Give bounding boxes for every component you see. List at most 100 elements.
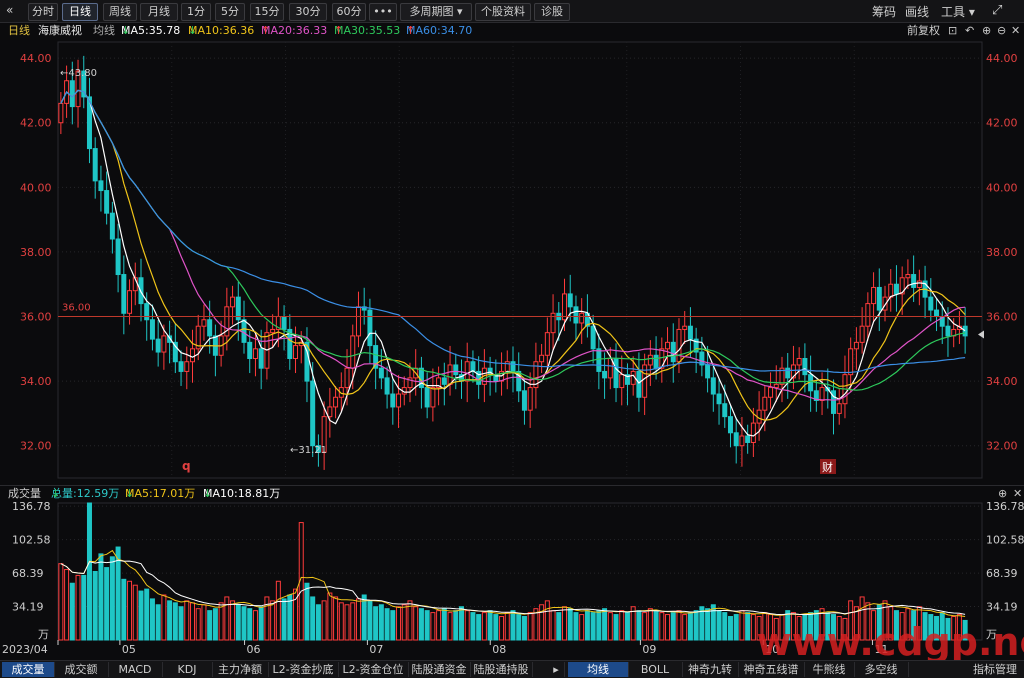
candle-body xyxy=(470,361,476,372)
volume-bar xyxy=(390,610,396,641)
volume-bar xyxy=(642,612,648,641)
candle-body xyxy=(109,212,115,240)
indicator-tab-7[interactable]: 陆股通资金 xyxy=(408,662,471,677)
indicator-tab-6[interactable]: L2-资金仓位 xyxy=(338,662,409,677)
x-tick-label: 06 xyxy=(247,643,261,656)
indicator-tab-4[interactable]: 主力净额 xyxy=(212,662,269,677)
candle-body xyxy=(241,319,247,343)
volume-bar xyxy=(510,610,516,641)
volume-bar xyxy=(458,606,464,641)
volume-bar xyxy=(378,604,384,641)
kline-chart[interactable]: 44.00 44.00 42.00 42.00 40.00 40.00 38.00 38.00… xyxy=(0,0,1024,677)
volume-bar xyxy=(556,612,562,641)
zoom-in-icon[interactable]: ⊕ xyxy=(998,486,1007,502)
candle-body xyxy=(252,348,258,360)
close-icon[interactable]: ✕ xyxy=(1013,486,1022,502)
volume-bar xyxy=(624,612,630,641)
vol-tick-left: 34.19 xyxy=(12,601,44,614)
candle-body xyxy=(367,309,373,347)
volume-bar xyxy=(69,582,75,641)
watermark: www.cdgp.net xyxy=(757,620,1024,664)
volume-bar xyxy=(584,610,590,641)
indicator-tab-8[interactable]: 陆股通持股 xyxy=(470,662,533,677)
indicator-tab-1[interactable]: 成交额 xyxy=(54,662,109,677)
volume-bar xyxy=(619,610,625,641)
candle-body xyxy=(201,319,207,327)
indicator-tab-0[interactable]: 成交量 xyxy=(2,662,55,677)
volume-bar xyxy=(121,578,127,641)
volume-bar xyxy=(218,602,224,641)
candle-body xyxy=(876,286,882,311)
candle-body xyxy=(596,348,602,372)
volume-bar xyxy=(401,604,407,641)
candle-body xyxy=(853,341,859,350)
volume-bar xyxy=(596,610,602,641)
candle-body xyxy=(579,312,585,324)
candle-body xyxy=(859,325,865,343)
volume-bar xyxy=(167,600,173,641)
x-tick-label: 08 xyxy=(492,643,506,656)
candle-body xyxy=(539,354,545,363)
volume-bar xyxy=(138,590,144,641)
volume-bar xyxy=(573,612,579,641)
candle-body xyxy=(722,403,728,418)
volume-bar xyxy=(418,608,424,641)
candle-body xyxy=(104,190,110,214)
candle-body xyxy=(762,396,768,411)
volume-bar xyxy=(487,610,493,641)
indicator-tab-3[interactable]: KDJ xyxy=(162,662,213,677)
candle-body xyxy=(207,319,213,337)
candle-body xyxy=(521,390,527,411)
volume-bar xyxy=(310,596,316,641)
candle-body xyxy=(527,387,533,411)
vol-unit-left: 万 xyxy=(38,628,49,641)
candle-body xyxy=(293,345,299,360)
candle-body xyxy=(161,335,167,353)
volume-bar xyxy=(178,606,184,641)
candle-body xyxy=(92,148,98,182)
volume-bar xyxy=(499,616,505,641)
candle-body xyxy=(785,367,791,379)
indicator-tab-5[interactable]: L2-资金抄底 xyxy=(268,662,339,677)
candle-body xyxy=(344,367,350,389)
vol-tick-right: 102.58 xyxy=(986,534,1024,547)
volume-bar xyxy=(58,563,64,641)
indicator-tab-2[interactable]: MACD xyxy=(108,662,163,677)
current-price-marker xyxy=(978,330,984,339)
volume-bar xyxy=(430,612,436,641)
volume-bar xyxy=(579,614,585,641)
volume-bar xyxy=(275,580,281,641)
candle-body xyxy=(390,393,396,408)
volume-bar xyxy=(562,606,568,641)
volume-bar xyxy=(727,616,733,641)
volume-bar xyxy=(550,610,556,641)
overlay-tab-1[interactable]: BOLL xyxy=(628,662,683,677)
candle-body xyxy=(98,180,104,192)
vol-tick-right: 34.19 xyxy=(986,601,1018,614)
volume-bar xyxy=(287,594,293,641)
overlay-tab-5[interactable]: 多空线 xyxy=(854,662,909,677)
y-tick-right: 38.00 xyxy=(986,246,1018,259)
overlay-tab-0[interactable]: 均线 xyxy=(568,662,629,677)
candle-body xyxy=(670,341,676,363)
candle-body xyxy=(430,387,436,408)
indicator-manage-button[interactable]: 指标管理 xyxy=(966,662,1024,677)
vol-tick-right: 68.39 xyxy=(986,567,1018,580)
overlay-tab-3[interactable]: 神奇五线谱 xyxy=(738,662,805,677)
tab-next-arrow[interactable]: ▸ xyxy=(548,662,565,677)
volume-bar xyxy=(739,610,745,641)
volume-bar xyxy=(338,602,344,641)
candle-body xyxy=(819,387,825,401)
overlay-tab-2[interactable]: 神奇九转 xyxy=(682,662,739,677)
candle-body xyxy=(281,316,287,330)
volume-bar xyxy=(539,604,545,641)
candle-body xyxy=(727,416,733,434)
volume-bar xyxy=(504,612,510,641)
overlay-tab-4[interactable]: 牛熊线 xyxy=(804,662,855,677)
volume-bar xyxy=(590,612,596,641)
candle-body xyxy=(796,358,802,366)
candle-body xyxy=(121,274,127,314)
candle-body xyxy=(745,435,751,443)
candle-body xyxy=(149,319,155,340)
candle-body xyxy=(905,274,911,279)
